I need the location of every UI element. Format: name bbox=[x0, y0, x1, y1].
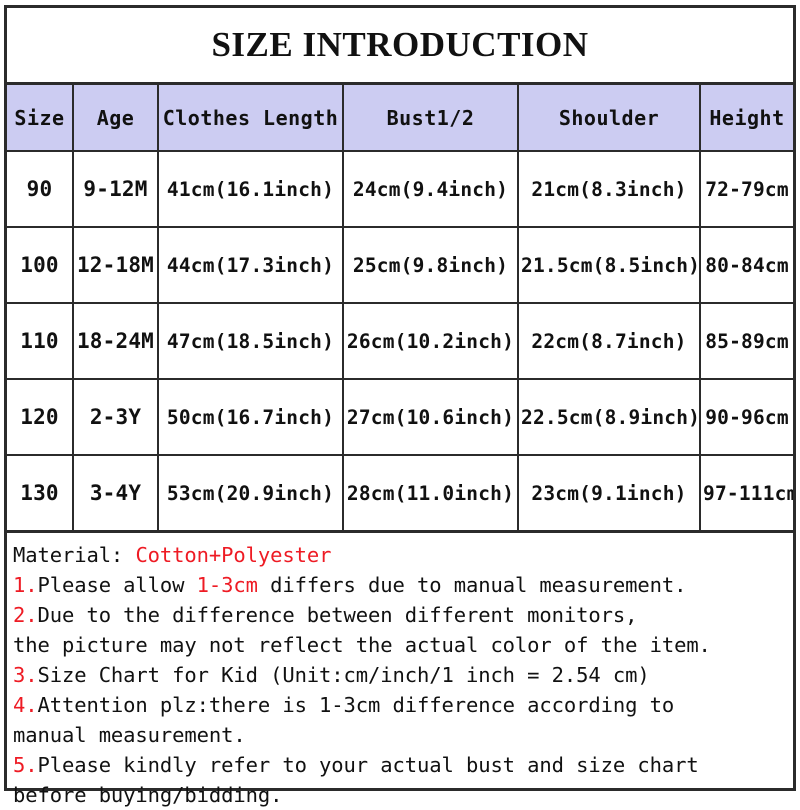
note-3-number: 3. bbox=[13, 663, 38, 687]
cell-bust: 27cm(10.6inch) bbox=[343, 379, 519, 456]
note-1-number: 1. bbox=[13, 573, 38, 597]
cell-height: 72-79cm bbox=[700, 151, 793, 228]
cell-shoulder: 22.5cm(8.9inch) bbox=[518, 379, 701, 456]
title-band: SIZE INTRODUCTION bbox=[7, 8, 793, 85]
cell-bust: 26cm(10.2inch) bbox=[343, 303, 519, 380]
cell-bust: 25cm(9.8inch) bbox=[343, 227, 519, 304]
cell-clothes-length: 53cm(20.9inch) bbox=[158, 455, 344, 533]
size-table: Size Age Clothes Length Bust1/2 Shoulder… bbox=[7, 85, 793, 533]
cell-shoulder: 23cm(9.1inch) bbox=[518, 455, 701, 533]
note-4-line1: Attention plz:there is 1-3cm difference … bbox=[37, 693, 675, 717]
column-header-bust: Bust1/2 bbox=[343, 85, 519, 152]
cell-bust: 24cm(9.4inch) bbox=[343, 151, 519, 228]
cell-clothes-length: 41cm(16.1inch) bbox=[158, 151, 344, 228]
cell-clothes-length: 44cm(17.3inch) bbox=[158, 227, 344, 304]
note-3-line1: Size Chart for Kid (Unit:cm/inch/1 inch … bbox=[37, 663, 650, 687]
cell-size: 100 bbox=[7, 227, 74, 304]
note-3: 3.Size Chart for Kid (Unit:cm/inch/1 inc… bbox=[13, 660, 793, 690]
note-1: 1.Please allow 1-3cm differs due to manu… bbox=[13, 570, 793, 600]
cell-age: 18-24M bbox=[73, 303, 159, 380]
cell-size: 120 bbox=[7, 379, 74, 456]
column-header-height: Height bbox=[700, 85, 793, 152]
note-2: 2.Due to the difference between differen… bbox=[13, 600, 793, 630]
table-body: 90 9-12M 41cm(16.1inch) 24cm(9.4inch) 21… bbox=[7, 151, 793, 533]
cell-clothes-length: 50cm(16.7inch) bbox=[158, 379, 344, 456]
table-header: Size Age Clothes Length Bust1/2 Shoulder… bbox=[7, 85, 793, 152]
note-1-post: differs due to manual measurement. bbox=[257, 573, 687, 597]
note-4-continued: manual measurement. bbox=[13, 720, 793, 750]
cell-height: 97-111cm bbox=[700, 455, 793, 533]
note-4-line2: manual measurement. bbox=[13, 723, 246, 747]
table-row: 100 12-18M 44cm(17.3inch) 25cm(9.8inch) … bbox=[7, 227, 793, 304]
column-header-size: Size bbox=[7, 85, 74, 152]
cell-age: 3-4Y bbox=[73, 455, 159, 533]
cell-bust: 28cm(11.0inch) bbox=[343, 455, 519, 533]
size-chart-card: SIZE INTRODUCTION Size Age Clothes Lengt… bbox=[4, 5, 796, 807]
cell-shoulder: 21.5cm(8.5inch) bbox=[518, 227, 701, 304]
cell-clothes-length: 47cm(18.5inch) bbox=[158, 303, 344, 380]
cell-age: 2-3Y bbox=[73, 379, 159, 456]
note-1-highlight: 1-3cm bbox=[196, 573, 258, 597]
material-value: Cotton+Polyester bbox=[135, 543, 332, 567]
note-4: 4.Attention plz:there is 1-3cm differenc… bbox=[13, 690, 793, 720]
cell-size: 90 bbox=[7, 151, 74, 228]
page-title: SIZE INTRODUCTION bbox=[211, 25, 589, 64]
column-header-age: Age bbox=[73, 85, 159, 152]
size-chart-image: SIZE INTRODUCTION Size Age Clothes Lengt… bbox=[0, 0, 800, 807]
table-header-row: Size Age Clothes Length Bust1/2 Shoulder… bbox=[7, 85, 793, 152]
cell-age: 12-18M bbox=[73, 227, 159, 304]
note-2-number: 2. bbox=[13, 603, 38, 627]
note-1-pre: Please allow bbox=[37, 573, 197, 597]
note-2-continued: the picture may not reflect the actual c… bbox=[13, 630, 793, 660]
cell-size: 130 bbox=[7, 455, 74, 533]
note-5: 5.Please kindly refer to your actual bus… bbox=[13, 750, 793, 780]
note-2-line2: the picture may not reflect the actual c… bbox=[13, 633, 711, 657]
material-label: Material: bbox=[13, 543, 124, 567]
note-5-number: 5. bbox=[13, 753, 38, 777]
note-5-line2: before buying/bidding. bbox=[13, 783, 283, 807]
cell-height: 85-89cm bbox=[700, 303, 793, 380]
material-line: Material: Cotton+Polyester bbox=[13, 540, 793, 570]
cell-shoulder: 22cm(8.7inch) bbox=[518, 303, 701, 380]
column-header-clothes-length: Clothes Length bbox=[158, 85, 344, 152]
note-4-number: 4. bbox=[13, 693, 38, 717]
note-5-line1: Please kindly refer to your actual bust … bbox=[37, 753, 699, 777]
table-row: 120 2-3Y 50cm(16.7inch) 27cm(10.6inch) 2… bbox=[7, 379, 793, 456]
table-row: 110 18-24M 47cm(18.5inch) 26cm(10.2inch)… bbox=[7, 303, 793, 380]
table-row: 130 3-4Y 53cm(20.9inch) 28cm(11.0inch) 2… bbox=[7, 455, 793, 533]
cell-shoulder: 21cm(8.3inch) bbox=[518, 151, 701, 228]
cell-size: 110 bbox=[7, 303, 74, 380]
cell-height: 80-84cm bbox=[700, 227, 793, 304]
note-5-continued: before buying/bidding. bbox=[13, 780, 793, 810]
note-2-line1: Due to the difference between different … bbox=[37, 603, 638, 627]
column-header-shoulder: Shoulder bbox=[518, 85, 701, 152]
cell-height: 90-96cm bbox=[700, 379, 793, 456]
cell-age: 9-12M bbox=[73, 151, 159, 228]
table-row: 90 9-12M 41cm(16.1inch) 24cm(9.4inch) 21… bbox=[7, 151, 793, 228]
notes-section: Material: Cotton+Polyester 1.Please allo… bbox=[7, 533, 793, 810]
